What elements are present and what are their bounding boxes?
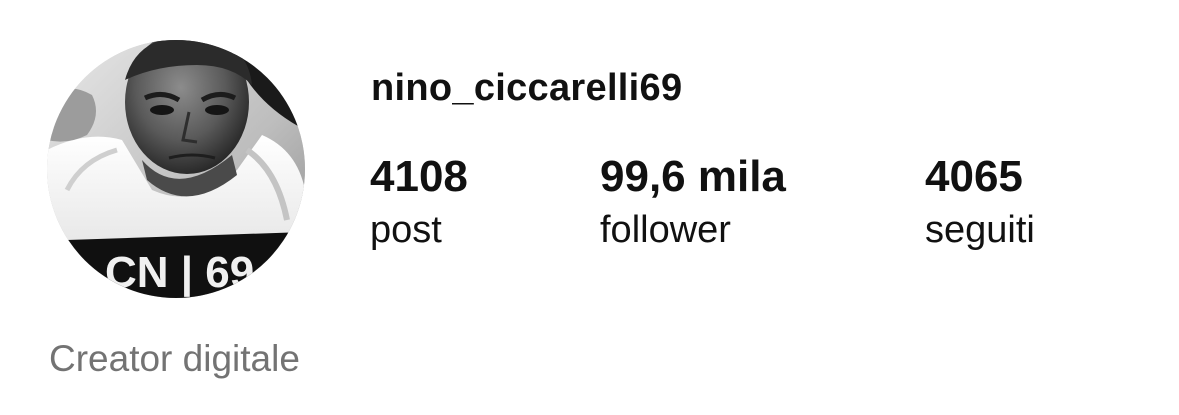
following-count-label: seguiti [925,209,1035,251]
followers-count-label: follower [600,209,731,251]
profile-photo-image: CN | 69 [47,40,305,298]
followers-count-stat[interactable]: 99,6 mila follower [600,152,786,254]
posts-count-value: 4108 [370,152,468,201]
shirt-print-text: CN | 69 [105,248,254,298]
followers-count-value: 99,6 mila [600,152,786,201]
following-count-value: 4065 [925,152,1023,201]
following-count-stat[interactable]: 4065 seguiti [925,152,1035,254]
profile-username: nino_ciccarelli69 [371,67,683,109]
posts-count-stat[interactable]: 4108 post [370,152,468,254]
posts-count-label: post [370,209,442,251]
profile-category: Creator digitale [49,338,300,379]
profile-avatar[interactable]: CN | 69 [47,40,305,298]
